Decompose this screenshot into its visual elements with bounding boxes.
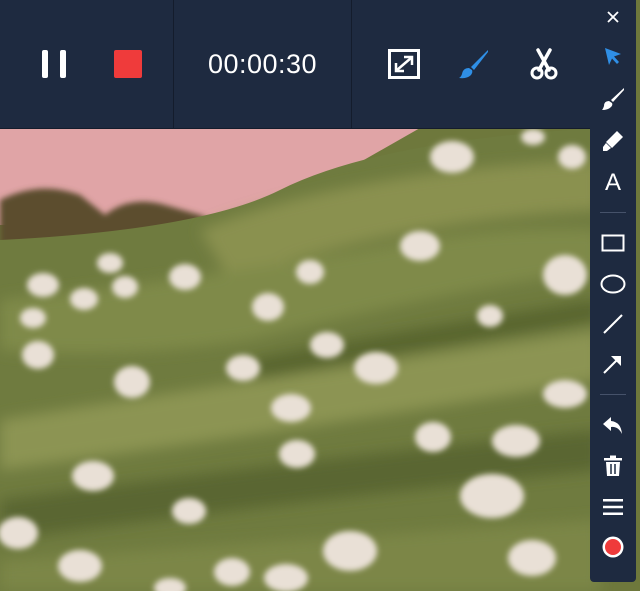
arrow-icon [603, 356, 621, 374]
playback-controls [0, 0, 174, 128]
text-icon: A [604, 169, 621, 196]
line-tool-button[interactable] [590, 307, 636, 341]
delete-button[interactable] [590, 449, 636, 483]
select-tool-button[interactable] [590, 39, 636, 73]
arrow-tool-button[interactable] [590, 347, 636, 381]
annotation-toolbar: A [590, 0, 636, 582]
rectangle-icon [601, 234, 625, 252]
menu-icon [603, 499, 623, 515]
brush-icon [602, 88, 624, 110]
recording-toolbar: 00:00:30 [0, 0, 592, 129]
divider [600, 212, 626, 213]
record-button[interactable] [590, 530, 636, 564]
recording-tools [352, 0, 592, 128]
brush-tool-button-side[interactable] [590, 82, 636, 116]
fullscreen-button[interactable] [388, 48, 420, 80]
ellipse-tool-button[interactable] [590, 267, 636, 301]
brush-tool-button[interactable] [458, 48, 490, 80]
select-arrow-icon [605, 48, 621, 65]
trash-icon [604, 455, 622, 476]
fullscreen-icon [388, 49, 420, 79]
pause-button[interactable] [38, 48, 70, 80]
line-icon [603, 314, 623, 334]
cut-button[interactable] [528, 48, 560, 80]
marker-tool-button[interactable] [590, 124, 636, 158]
pause-icon [42, 50, 66, 78]
close-icon [607, 11, 619, 23]
elapsed-time: 00:00:30 [207, 48, 318, 79]
stop-button[interactable] [112, 48, 144, 80]
timer-area: 00:00:30 [174, 0, 352, 128]
brush-icon [459, 50, 488, 79]
ellipse-icon [600, 274, 626, 294]
record-icon [602, 536, 624, 558]
marker-icon [603, 131, 623, 151]
close-button[interactable] [590, 0, 636, 34]
menu-button[interactable] [590, 490, 636, 524]
undo-button[interactable] [590, 408, 636, 442]
scissors-icon [530, 48, 558, 80]
stop-icon [114, 50, 142, 78]
undo-icon [603, 417, 622, 434]
divider [600, 394, 626, 395]
rectangle-tool-button[interactable] [590, 226, 636, 260]
text-tool-button[interactable]: A [590, 166, 636, 200]
